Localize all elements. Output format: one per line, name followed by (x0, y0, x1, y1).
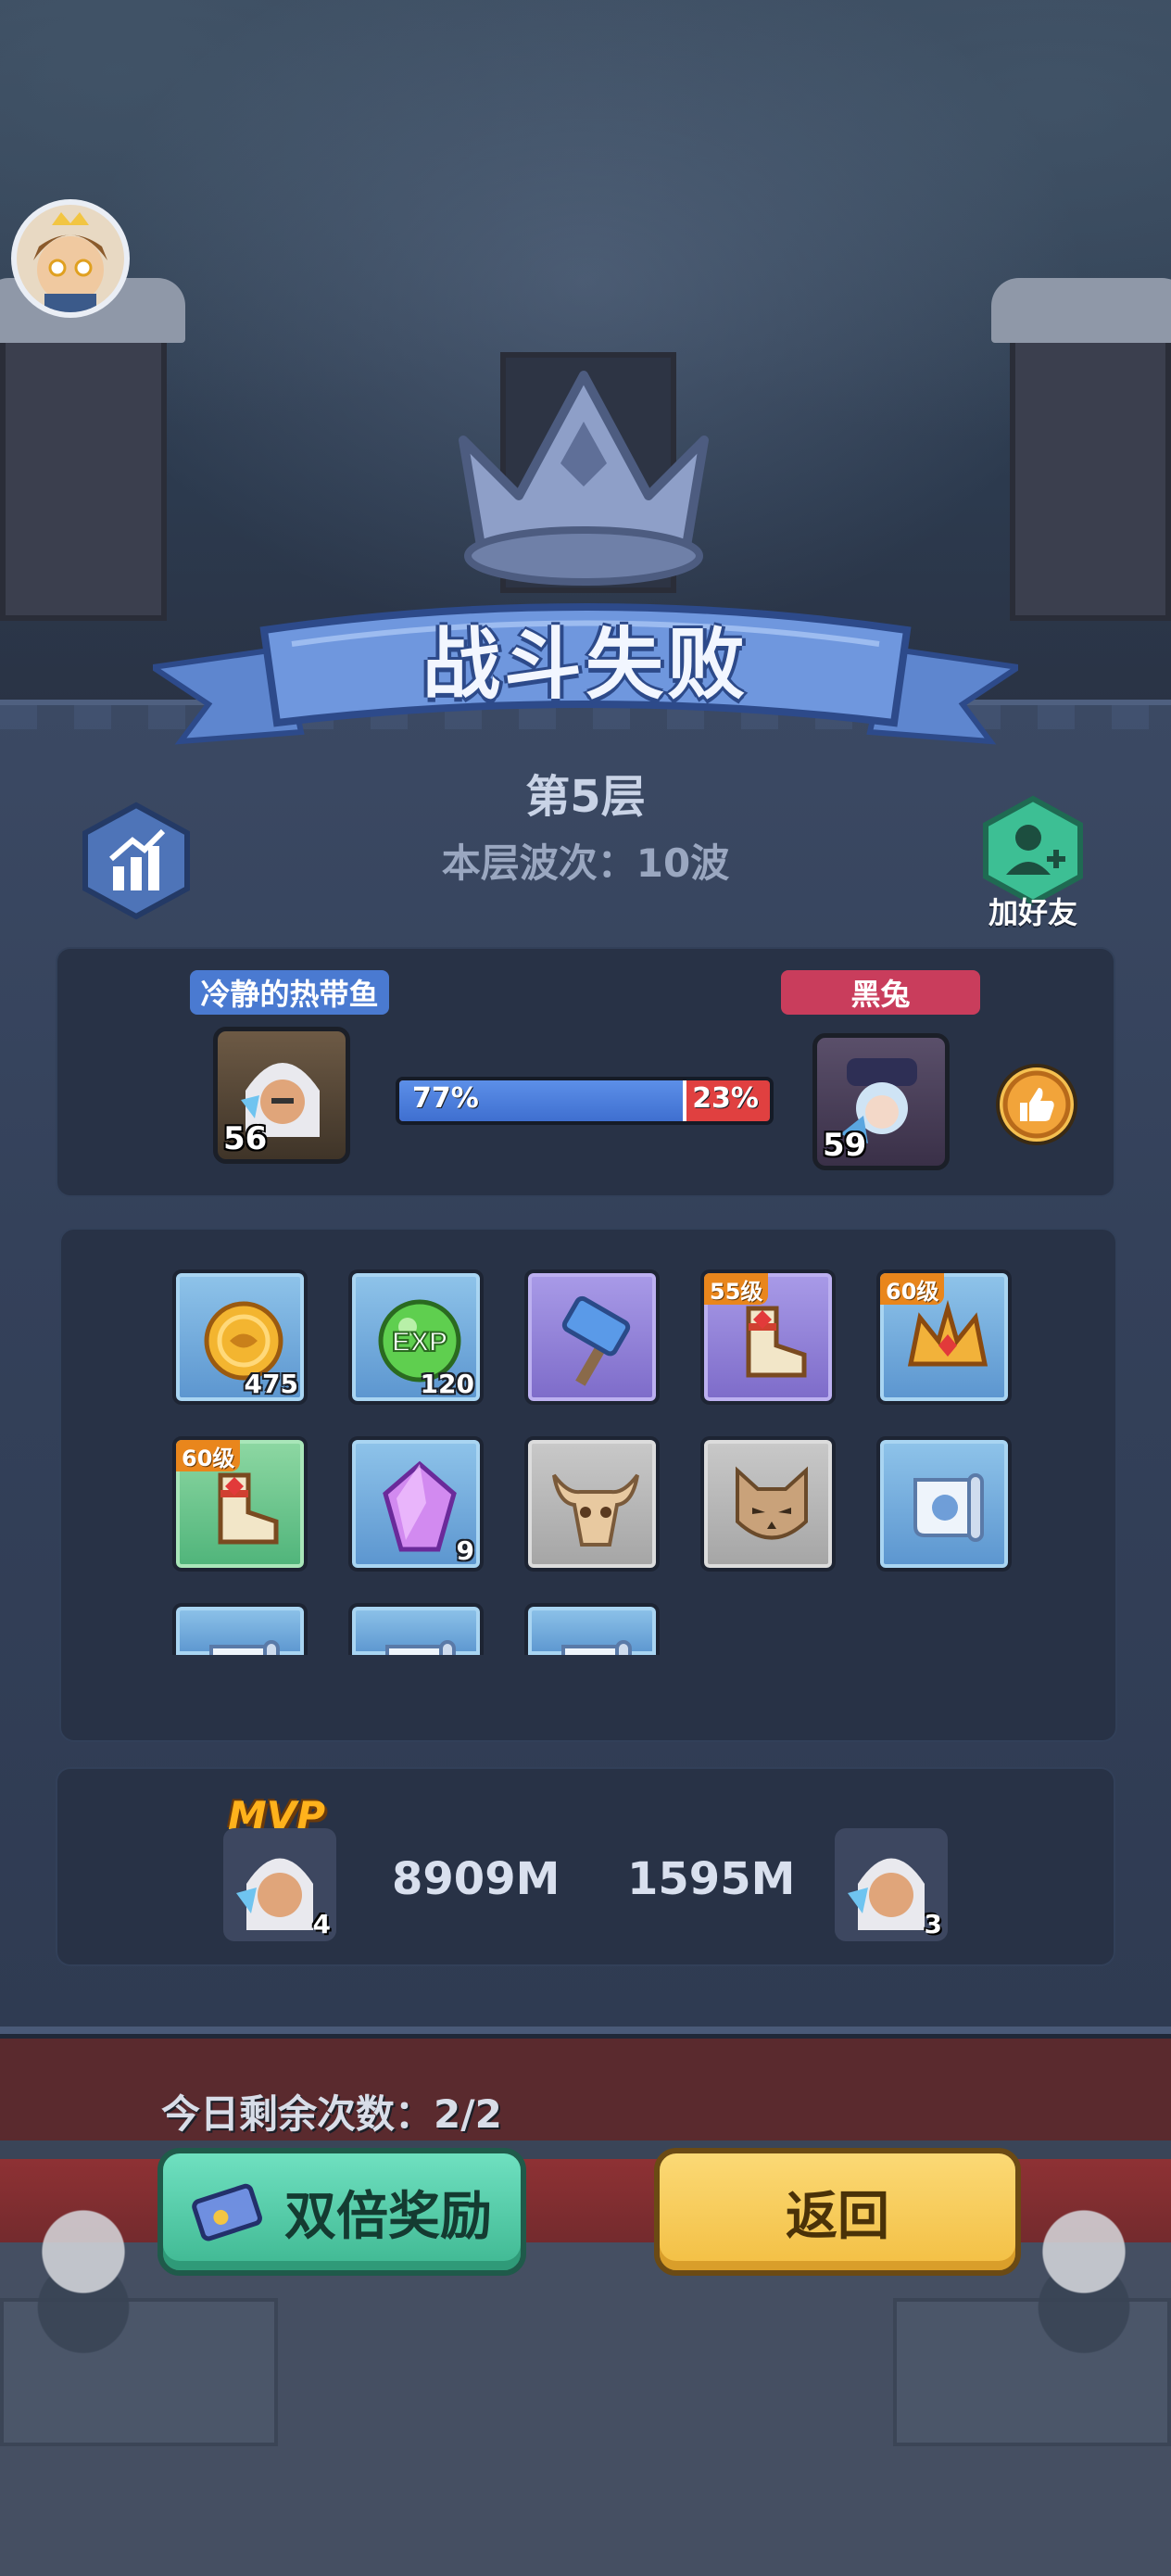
reward-item-bull-skull[interactable] (524, 1436, 660, 1572)
reward-item-scroll[interactable] (172, 1603, 308, 1655)
battle-result-title: 战斗失败 (422, 618, 749, 710)
damage-share-bar: 77% 23% (396, 1077, 774, 1125)
reward-item-scroll[interactable] (876, 1436, 1012, 1572)
right-player-name: 黑兔 (781, 970, 980, 1015)
reward-item-exp-orb[interactable]: EXP 120 (348, 1269, 484, 1405)
item-level-badge: 55级 (704, 1273, 769, 1305)
hammer-icon (561, 1295, 631, 1386)
bull-skull-icon (552, 1473, 639, 1547)
scene-house-left (0, 306, 167, 621)
reward-item-gold-coin[interactable]: 475 (172, 1269, 308, 1405)
mvp-right-count: 3 (924, 1909, 942, 1939)
svg-text:EXP: EXP (392, 1327, 447, 1357)
scene-roof-right (991, 278, 1171, 343)
reward-item-purple-crystal[interactable]: 9 (348, 1436, 484, 1572)
add-friend-label[interactable]: 加好友 (963, 890, 1102, 930)
right-player-avatar[interactable]: 59 (812, 1033, 950, 1170)
item-count: 120 (420, 1369, 474, 1399)
item-level-badge: 60级 (176, 1440, 241, 1471)
mvp-left-count: 4 (312, 1909, 331, 1939)
scroll-icon (913, 1473, 984, 1542)
item-count: 475 (244, 1369, 298, 1399)
item-count: 9 (456, 1535, 474, 1566)
reward-item-hammer[interactable] (524, 1269, 660, 1405)
item-level-badge: 60级 (880, 1273, 945, 1305)
reward-item-scroll[interactable] (524, 1603, 660, 1655)
back-label: 返回 (786, 2186, 889, 2247)
battle-stats-button[interactable] (82, 802, 191, 920)
cat-mask-icon (736, 1466, 808, 1540)
mvp-panel (56, 1767, 1115, 1966)
crown-helmet-icon (907, 1299, 988, 1367)
boots-icon (746, 1306, 807, 1378)
wave-count-text: 本层波次：10波 (441, 840, 730, 886)
boots-icon (218, 1472, 279, 1545)
mvp-left-hero-avatar[interactable]: 4 (223, 1828, 336, 1941)
thumbs-up-icon (1020, 1088, 1054, 1121)
right-damage-value: 1595M (627, 1853, 796, 1905)
reward-item-scroll[interactable] (348, 1603, 484, 1655)
ally-hero-sprite (19, 2196, 148, 2381)
scroll-icon (209, 1640, 280, 1655)
right-share-percent: 23% (692, 1082, 759, 1115)
scene-house-right (1010, 306, 1171, 621)
left-damage-value: 8909M (392, 1853, 560, 1905)
like-button[interactable] (996, 1064, 1077, 1145)
double-reward-button[interactable]: 双倍奖励 (157, 2148, 526, 2276)
back-button[interactable]: 返回 (654, 2148, 1021, 2276)
defeat-crown-icon (459, 371, 709, 586)
remaining-attempts-text: 今日剩余次数：2/2 (161, 2091, 502, 2137)
ally-hero-sprite (1019, 2196, 1149, 2381)
floor-title: 第5层 (525, 771, 646, 823)
reward-item-cat-mask[interactable] (700, 1436, 836, 1572)
purple-crystal-icon (383, 1460, 457, 1552)
reward-item-boots[interactable]: 55级 (700, 1269, 836, 1405)
left-player-avatar[interactable]: 56 (213, 1027, 350, 1164)
left-player-name: 冷静的热带鱼 (190, 970, 389, 1015)
reward-item-crown-helmet[interactable]: 60级 (876, 1269, 1012, 1405)
reward-item-boots[interactable]: 60级 (172, 1436, 308, 1572)
double-reward-label: 双倍奖励 (284, 2186, 492, 2247)
right-player-level: 59 (823, 1127, 867, 1164)
scroll-icon (385, 1640, 456, 1655)
left-share-percent: 77% (412, 1082, 479, 1115)
profile-portrait-icon (33, 212, 107, 312)
ticket-icon (192, 2183, 262, 2241)
share-divider (683, 1080, 686, 1121)
left-player-level: 56 (223, 1120, 268, 1157)
scroll-icon (561, 1640, 632, 1655)
player-profile-avatar[interactable] (11, 199, 130, 318)
mvp-right-hero-avatar[interactable]: 3 (835, 1828, 948, 1941)
